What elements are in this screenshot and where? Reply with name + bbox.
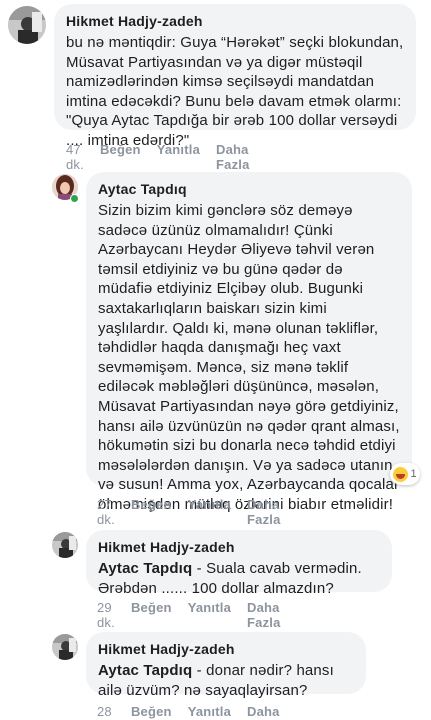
like-button[interactable]: Beğen: [131, 600, 172, 630]
comment-author[interactable]: Hikmet Hadjy-zadeh: [98, 538, 380, 556]
comment-bubble: Hikmet Hadjy-zadeh Aytac Tapdıq - donar …: [86, 632, 366, 699]
comment-bubble: Hikmet Hadjy-zadeh Aytac Tapdıq - Suala …: [86, 530, 392, 597]
comment-timestamp[interactable]: 47 dk.: [66, 142, 84, 172]
comment-text: bu nə məntiqdir: Guya “Hərəkət” seçki bl…: [66, 34, 408, 149]
comment-text: Sizin bizim kimi gənclərə söz deməyə sad…: [98, 202, 400, 513]
like-button[interactable]: Beğen: [100, 142, 141, 172]
reply-button[interactable]: Yanıtla: [188, 704, 231, 720]
comment-actions: 47 dk. Beğen Yanıtla Daha Fazla: [66, 142, 250, 172]
comment-actions: 28 dk. Beğen Yanıtla Daha Fazla: [97, 704, 281, 720]
reaction-badge[interactable]: 1: [390, 463, 420, 485]
like-button[interactable]: Beğen: [131, 497, 172, 527]
comment-author[interactable]: Hikmet Hadjy-zadeh: [98, 640, 354, 658]
comment-timestamp[interactable]: 27 dk.: [97, 497, 115, 527]
comment-author[interactable]: Aytac Tapdıq: [98, 180, 400, 198]
avatar[interactable]: [52, 634, 78, 660]
comment-bubble: Aytac Tapdıq Sizin bizim kimi gənclərə s…: [86, 172, 412, 513]
reply-button[interactable]: Yanıtla: [157, 142, 200, 172]
avatar[interactable]: [8, 6, 46, 44]
mention-link[interactable]: Aytac Tapdıq: [98, 560, 192, 577]
comment-author[interactable]: Hikmet Hadjy-zadeh: [66, 12, 404, 30]
like-button[interactable]: Beğen: [131, 704, 172, 720]
reply-button[interactable]: Yanıtla: [188, 497, 231, 527]
more-button[interactable]: Daha Fazla: [247, 600, 281, 630]
more-button[interactable]: Daha Fazla: [247, 704, 281, 720]
comment-actions: 27 dk. Beğen Yanıtla Daha Fazla: [97, 497, 281, 527]
reply-button[interactable]: Yanıtla: [188, 600, 231, 630]
comment-timestamp[interactable]: 28 dk.: [97, 704, 115, 720]
more-button[interactable]: Daha Fazla: [216, 142, 250, 172]
haha-reaction-icon: [393, 466, 409, 482]
comment-timestamp[interactable]: 29 dk.: [97, 600, 115, 630]
reaction-count: 1: [410, 468, 417, 480]
avatar[interactable]: [52, 532, 78, 558]
online-status-icon: [70, 194, 79, 203]
mention-link[interactable]: Aytac Tapdıq: [98, 662, 192, 679]
comment-bubble: Hikmet Hadjy-zadeh bu nə məntiqdir: Guya…: [54, 4, 416, 149]
more-button[interactable]: Daha Fazla: [247, 497, 281, 527]
comment-actions: 29 dk. Beğen Yanıtla Daha Fazla: [97, 600, 281, 630]
